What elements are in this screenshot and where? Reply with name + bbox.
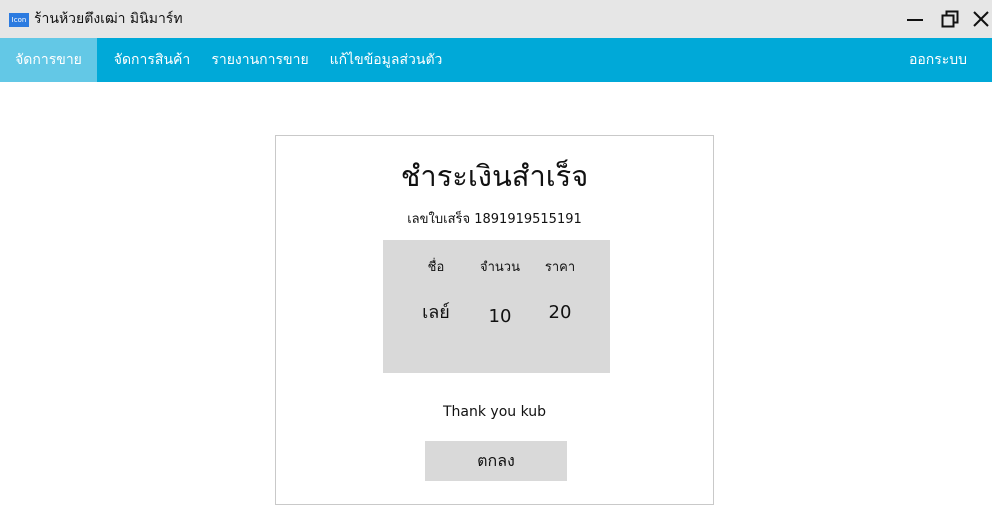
payment-success-title: ชำระเงินสำเร็จ: [400, 159, 589, 193]
column-header-name: ชื่อ: [427, 260, 445, 275]
column-header-price: ราคา: [544, 260, 576, 275]
close-icon[interactable]: [968, 6, 992, 32]
app-icon: Icon: [9, 13, 29, 27]
logout-button[interactable]: ออกระบบ: [897, 38, 979, 82]
title-bar: Icon ร้านห้วยตึงเฒ่า มินิมาร์ท: [0, 0, 992, 38]
thank-you-message: Thank you kub: [442, 404, 547, 420]
nav-item-edit-profile[interactable]: แก้ไขข้อมูลส่วนตัว: [322, 38, 450, 82]
minimize-icon[interactable]: [902, 6, 928, 32]
items-table: ชื่อ จำนวน ราคา เลย์ 10 20: [383, 240, 610, 373]
ok-button[interactable]: ตกลง: [425, 441, 567, 481]
window-title: ร้านห้วยตึงเฒ่า มินิมาร์ท: [34, 11, 183, 27]
restore-icon[interactable]: [937, 6, 963, 32]
column-header-quantity: จำนวน: [480, 260, 520, 275]
nav-item-sales[interactable]: จัดการขาย: [0, 38, 97, 82]
nav-item-sales-report[interactable]: รายงานการขาย: [203, 38, 317, 82]
main-nav: จัดการขาย จัดการสินค้า รายงานการขาย แก้ไ…: [0, 38, 992, 82]
nav-item-products[interactable]: จัดการสินค้า: [103, 38, 201, 82]
item-name: เลย์: [422, 302, 450, 323]
item-price: 20: [548, 302, 572, 323]
receipt-number: เลขใบเสร็จ 1891919515191: [407, 212, 582, 227]
item-quantity: 10: [488, 306, 512, 327]
payment-success-card: ชำระเงินสำเร็จ เลขใบเสร็จ 1891919515191 …: [275, 135, 714, 505]
